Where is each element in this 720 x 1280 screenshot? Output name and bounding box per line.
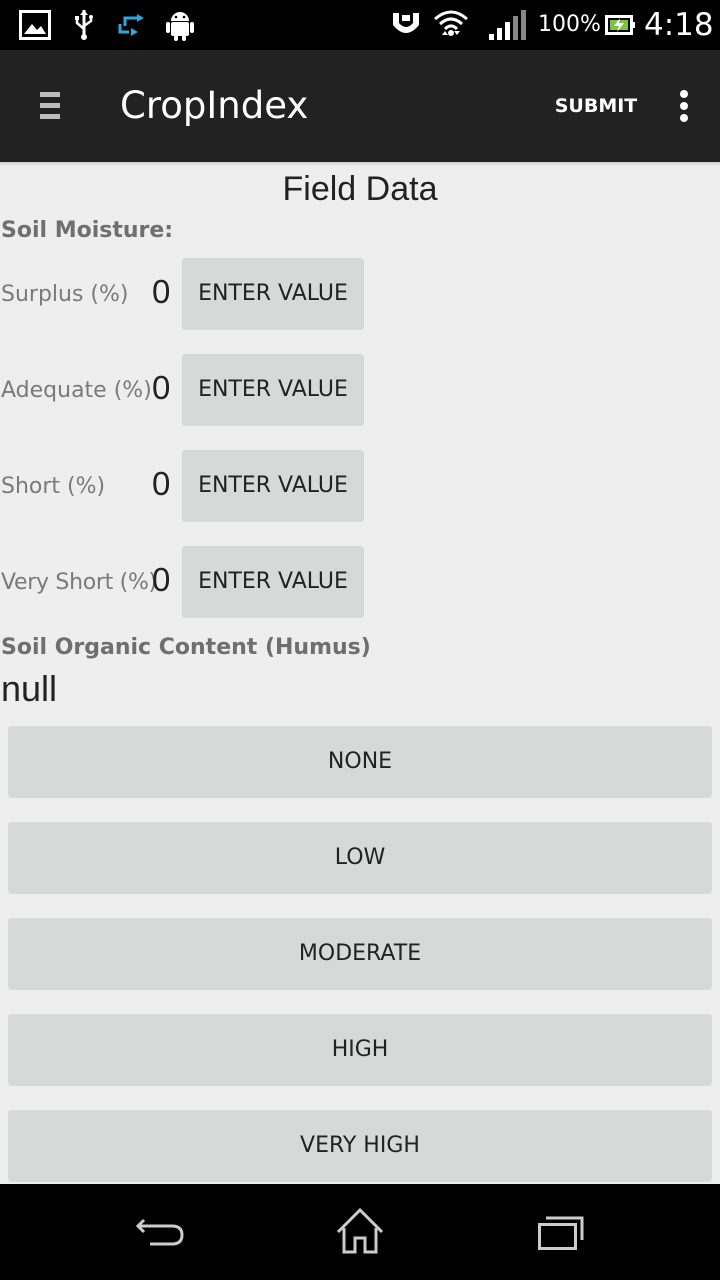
battery-icon bbox=[604, 9, 636, 41]
overflow-menu-icon[interactable] bbox=[664, 84, 704, 128]
recents-icon[interactable] bbox=[530, 1202, 590, 1262]
soil-moisture-heading: Soil Moisture: bbox=[1, 218, 174, 243]
very-short-label: Very Short (%) bbox=[1, 570, 157, 595]
short-enter-value-button[interactable]: ENTER VALUE bbox=[182, 450, 364, 522]
transfer-icon bbox=[116, 9, 148, 41]
android-icon bbox=[164, 9, 196, 41]
level-high-button[interactable]: HIGH bbox=[8, 1014, 712, 1086]
navigation-bar bbox=[0, 1184, 720, 1280]
hamburger-icon[interactable] bbox=[28, 86, 72, 126]
adequate-value: 0 bbox=[152, 369, 171, 406]
surplus-enter-value-button[interactable]: ENTER VALUE bbox=[182, 258, 364, 330]
surplus-value: 0 bbox=[152, 273, 171, 310]
signal-icon bbox=[486, 9, 530, 41]
adequate-label: Adequate (%) bbox=[1, 378, 152, 403]
action-bar: CropIndex SUBMIT bbox=[0, 50, 720, 162]
level-moderate-button[interactable]: MODERATE bbox=[8, 918, 712, 990]
status-bar: 100% 4:18 bbox=[0, 0, 720, 50]
wifi-icon bbox=[432, 9, 470, 41]
level-very-high-button[interactable]: VERY HIGH bbox=[8, 1110, 712, 1182]
level-none-button[interactable]: NONE bbox=[8, 726, 712, 798]
very-short-value: 0 bbox=[152, 561, 171, 598]
short-value: 0 bbox=[152, 465, 171, 502]
nfc-icon bbox=[390, 9, 422, 41]
app-title: CropIndex bbox=[120, 84, 309, 127]
level-low-button[interactable]: LOW bbox=[8, 822, 712, 894]
back-icon[interactable] bbox=[130, 1202, 190, 1262]
organic-content-value: null bbox=[1, 668, 58, 709]
very-short-enter-value-button[interactable]: ENTER VALUE bbox=[182, 546, 364, 618]
short-label: Short (%) bbox=[1, 474, 106, 499]
page-title: Field Data bbox=[282, 170, 438, 208]
adequate-enter-value-button[interactable]: ENTER VALUE bbox=[182, 354, 364, 426]
gallery-icon bbox=[18, 9, 52, 41]
home-icon[interactable] bbox=[330, 1202, 390, 1262]
organic-content-heading: Soil Organic Content (Humus) bbox=[1, 635, 371, 660]
surplus-label: Surplus (%) bbox=[1, 282, 129, 307]
usb-icon bbox=[72, 9, 96, 41]
clock: 4:18 bbox=[644, 7, 714, 43]
submit-button[interactable]: SUBMIT bbox=[546, 78, 646, 134]
battery-percent: 100% bbox=[538, 12, 601, 37]
